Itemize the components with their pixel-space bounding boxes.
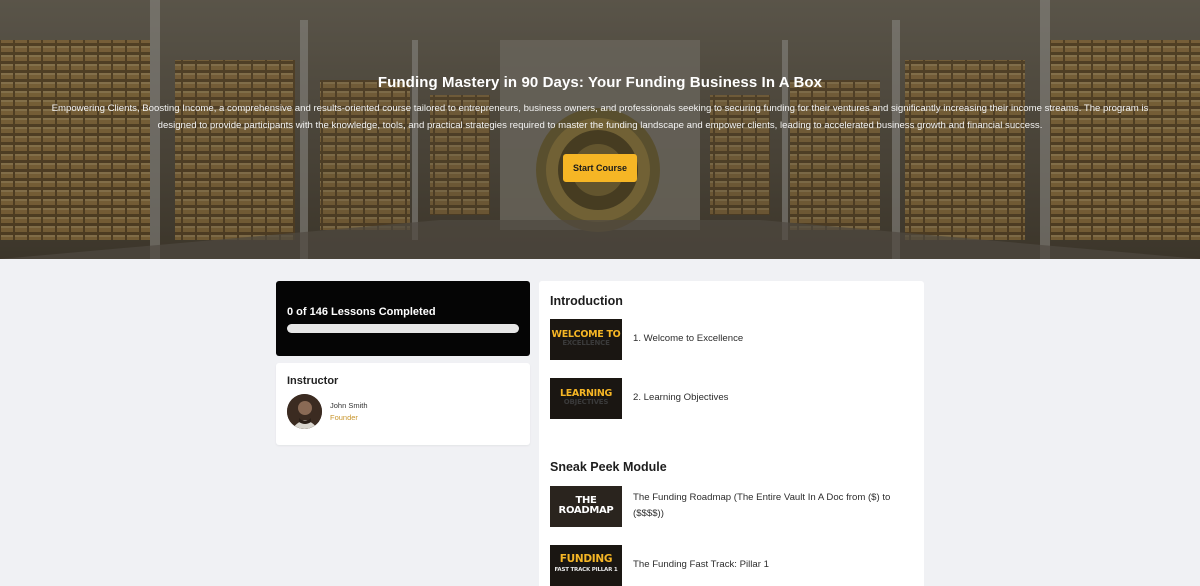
lesson-thumbnail: FUNDING FAST TRACK PILLAR 1	[550, 545, 622, 586]
instructor-role: Founder	[330, 413, 358, 422]
instructor-avatar	[287, 394, 322, 429]
thumbnail-subtitle: EXCELLENCE	[562, 339, 610, 347]
lesson-thumbnail: THE ROADMAP	[550, 486, 622, 527]
lesson-title: The Funding Fast Track: Pillar 1	[633, 559, 769, 570]
start-course-button[interactable]: Start Course	[563, 154, 637, 182]
course-description: Empowering Clients, Boosting Income, a c…	[51, 103, 1149, 131]
lesson-title: 2. Learning Objectives	[633, 392, 729, 403]
thumbnail-subtitle: OBJECTIVES	[563, 398, 609, 406]
lesson-item[interactable]: FUNDING FAST TRACK PILLAR 1 The Funding …	[550, 545, 910, 586]
progress-card: 0 of 146 Lessons Completed	[276, 281, 530, 356]
lesson-title: 1. Welcome to Excellence	[633, 333, 744, 344]
instructor-name: John Smith	[330, 401, 368, 410]
lesson-thumbnail: WELCOME TO EXCELLENCE	[550, 319, 622, 360]
course-title: Funding Mastery in 90 Days: Your Funding…	[377, 74, 823, 91]
lesson-item[interactable]: LEARNING OBJECTIVES 2. Learning Objectiv…	[550, 378, 910, 419]
lessons-completed-label: 0 of 146 Lessons Completed	[287, 306, 436, 318]
thumbnail-subtitle: ROADMAP	[558, 505, 614, 516]
module-title-introduction: Introduction	[550, 294, 623, 308]
lesson-item[interactable]: WELCOME TO EXCELLENCE 1. Welcome to Exce…	[550, 319, 910, 360]
lesson-thumbnail: LEARNING OBJECTIVES	[550, 378, 622, 419]
lesson-item[interactable]: THE ROADMAP The Funding Roadmap (The Ent…	[550, 486, 910, 527]
person-avatar-icon	[287, 394, 322, 429]
thumbnail-subtitle: FAST TRACK PILLAR 1	[554, 567, 618, 573]
lesson-title: The Funding Roadmap (The Entire Vault In…	[633, 492, 891, 519]
thumbnail-title: FUNDING	[559, 553, 613, 565]
progress-bar	[287, 324, 519, 333]
module-title-sneak-peek: Sneak Peek Module	[550, 460, 667, 474]
hero-content: Funding Mastery in 90 Days: Your Funding…	[0, 0, 1200, 259]
course-outline: Introduction WELCOME TO EXCELLENCE 1. We…	[539, 281, 924, 586]
course-hero: Funding Mastery in 90 Days: Your Funding…	[0, 0, 1200, 259]
instructor-card: Instructor John Smith Founder	[276, 363, 530, 445]
instructor-heading: Instructor	[287, 375, 339, 387]
